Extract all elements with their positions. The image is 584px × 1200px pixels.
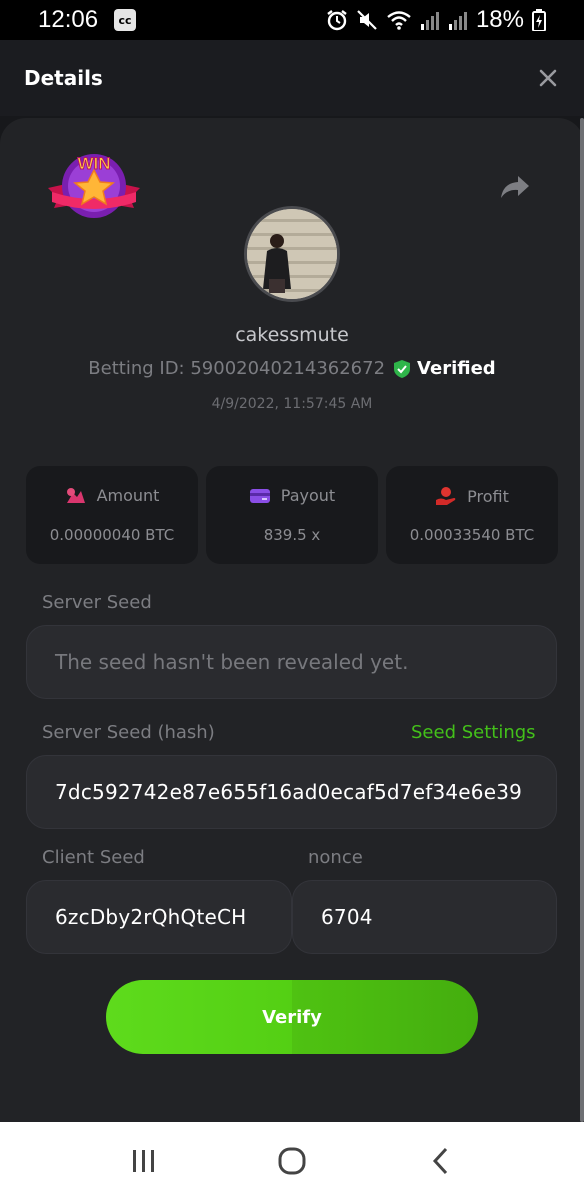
share-button[interactable] xyxy=(498,170,532,204)
close-button[interactable] xyxy=(532,62,564,94)
close-icon xyxy=(539,69,557,87)
status-time: 12:06 xyxy=(38,6,99,33)
server-seed-placeholder: The seed hasn't been revealed yet. xyxy=(55,650,409,674)
back-icon xyxy=(432,1147,448,1175)
shield-check-icon xyxy=(394,359,411,378)
server-seed-label: Server Seed xyxy=(42,592,152,613)
home-icon xyxy=(278,1147,306,1175)
stat-card-profit: Profit 0.00033540 BTC xyxy=(386,466,558,564)
scrollbar[interactable] xyxy=(580,118,584,1122)
verified-label: Verified xyxy=(417,358,496,379)
client-seed-value: 6zcDby2rQhQteCH xyxy=(55,905,247,929)
back-button[interactable] xyxy=(410,1136,470,1186)
client-seed-field[interactable]: 6zcDby2rQhQteCH xyxy=(26,880,292,954)
stat-label: Profit xyxy=(467,486,509,506)
battery-percent: 18% xyxy=(475,6,524,33)
page-title: Details xyxy=(24,66,103,90)
server-seed-hash-field[interactable]: 7dc592742e87e655f16ad0ecaf5d7ef34e6e39 xyxy=(26,755,557,829)
avatar-photo xyxy=(247,209,337,299)
card-icon xyxy=(249,488,270,503)
betting-id: Betting ID: 590020402143626​72 xyxy=(88,358,386,379)
details-panel: WIN cakessmute Betting ID: 5900204021436… xyxy=(0,118,584,1122)
username: cakessmute xyxy=(235,324,349,346)
betting-row: Betting ID: 590020402143626​72 Verified xyxy=(0,358,584,379)
mute-icon xyxy=(357,10,377,30)
nonce-value: 6704 xyxy=(321,905,373,929)
server-seed-hash-value: 7dc592742e87e655f16ad0ecaf5d7ef34e6e39 xyxy=(55,780,523,804)
timestamp: 4/9/2022, 11:57:45 AM xyxy=(211,396,373,412)
hand-coin-icon xyxy=(436,487,456,505)
server-seed-hash-label: Server Seed (hash) xyxy=(42,722,215,743)
nonce-field[interactable]: 6704 xyxy=(292,880,557,954)
stat-card-payout: Payout 839.5 x xyxy=(206,466,378,564)
stat-card-amount: Amount 0.00000040 BTC xyxy=(26,466,198,564)
share-icon xyxy=(501,176,529,198)
stat-label: Amount xyxy=(96,486,160,505)
system-nav-bar xyxy=(0,1122,584,1200)
verify-button-label: Verify xyxy=(262,1006,322,1028)
stat-label: Payout xyxy=(280,486,336,505)
verify-button[interactable]: Verify xyxy=(106,980,478,1054)
alarm-icon xyxy=(327,10,347,31)
signal-icon xyxy=(448,12,467,30)
verified-badge: Verified xyxy=(393,358,496,379)
status-icons: 18% xyxy=(326,6,546,34)
seed-settings-link[interactable]: Seed Settings xyxy=(411,722,536,743)
stat-value: 0.00033540 BTC xyxy=(409,526,535,544)
stat-value: 0.00000040 BTC xyxy=(49,526,175,544)
client-seed-label: Client Seed xyxy=(42,847,145,868)
win-badge: WIN xyxy=(48,154,140,218)
recent-apps-icon xyxy=(133,1150,154,1172)
header: Details xyxy=(0,40,584,116)
signal-icon xyxy=(420,12,439,30)
battery-icon xyxy=(532,9,546,31)
app-notification-icon: cc xyxy=(114,9,137,31)
win-badge-text: WIN xyxy=(77,154,110,173)
status-bar: 12:06 cc 18% xyxy=(0,0,584,40)
avatar xyxy=(244,206,340,302)
home-button[interactable] xyxy=(262,1136,322,1186)
coins-icon xyxy=(66,487,85,503)
nonce-label: nonce xyxy=(308,847,363,868)
stat-value: 839.5 x xyxy=(263,526,321,544)
wifi-icon xyxy=(387,11,411,30)
server-seed-field[interactable]: The seed hasn't been revealed yet. xyxy=(26,625,557,699)
recent-apps-button[interactable] xyxy=(114,1136,174,1186)
